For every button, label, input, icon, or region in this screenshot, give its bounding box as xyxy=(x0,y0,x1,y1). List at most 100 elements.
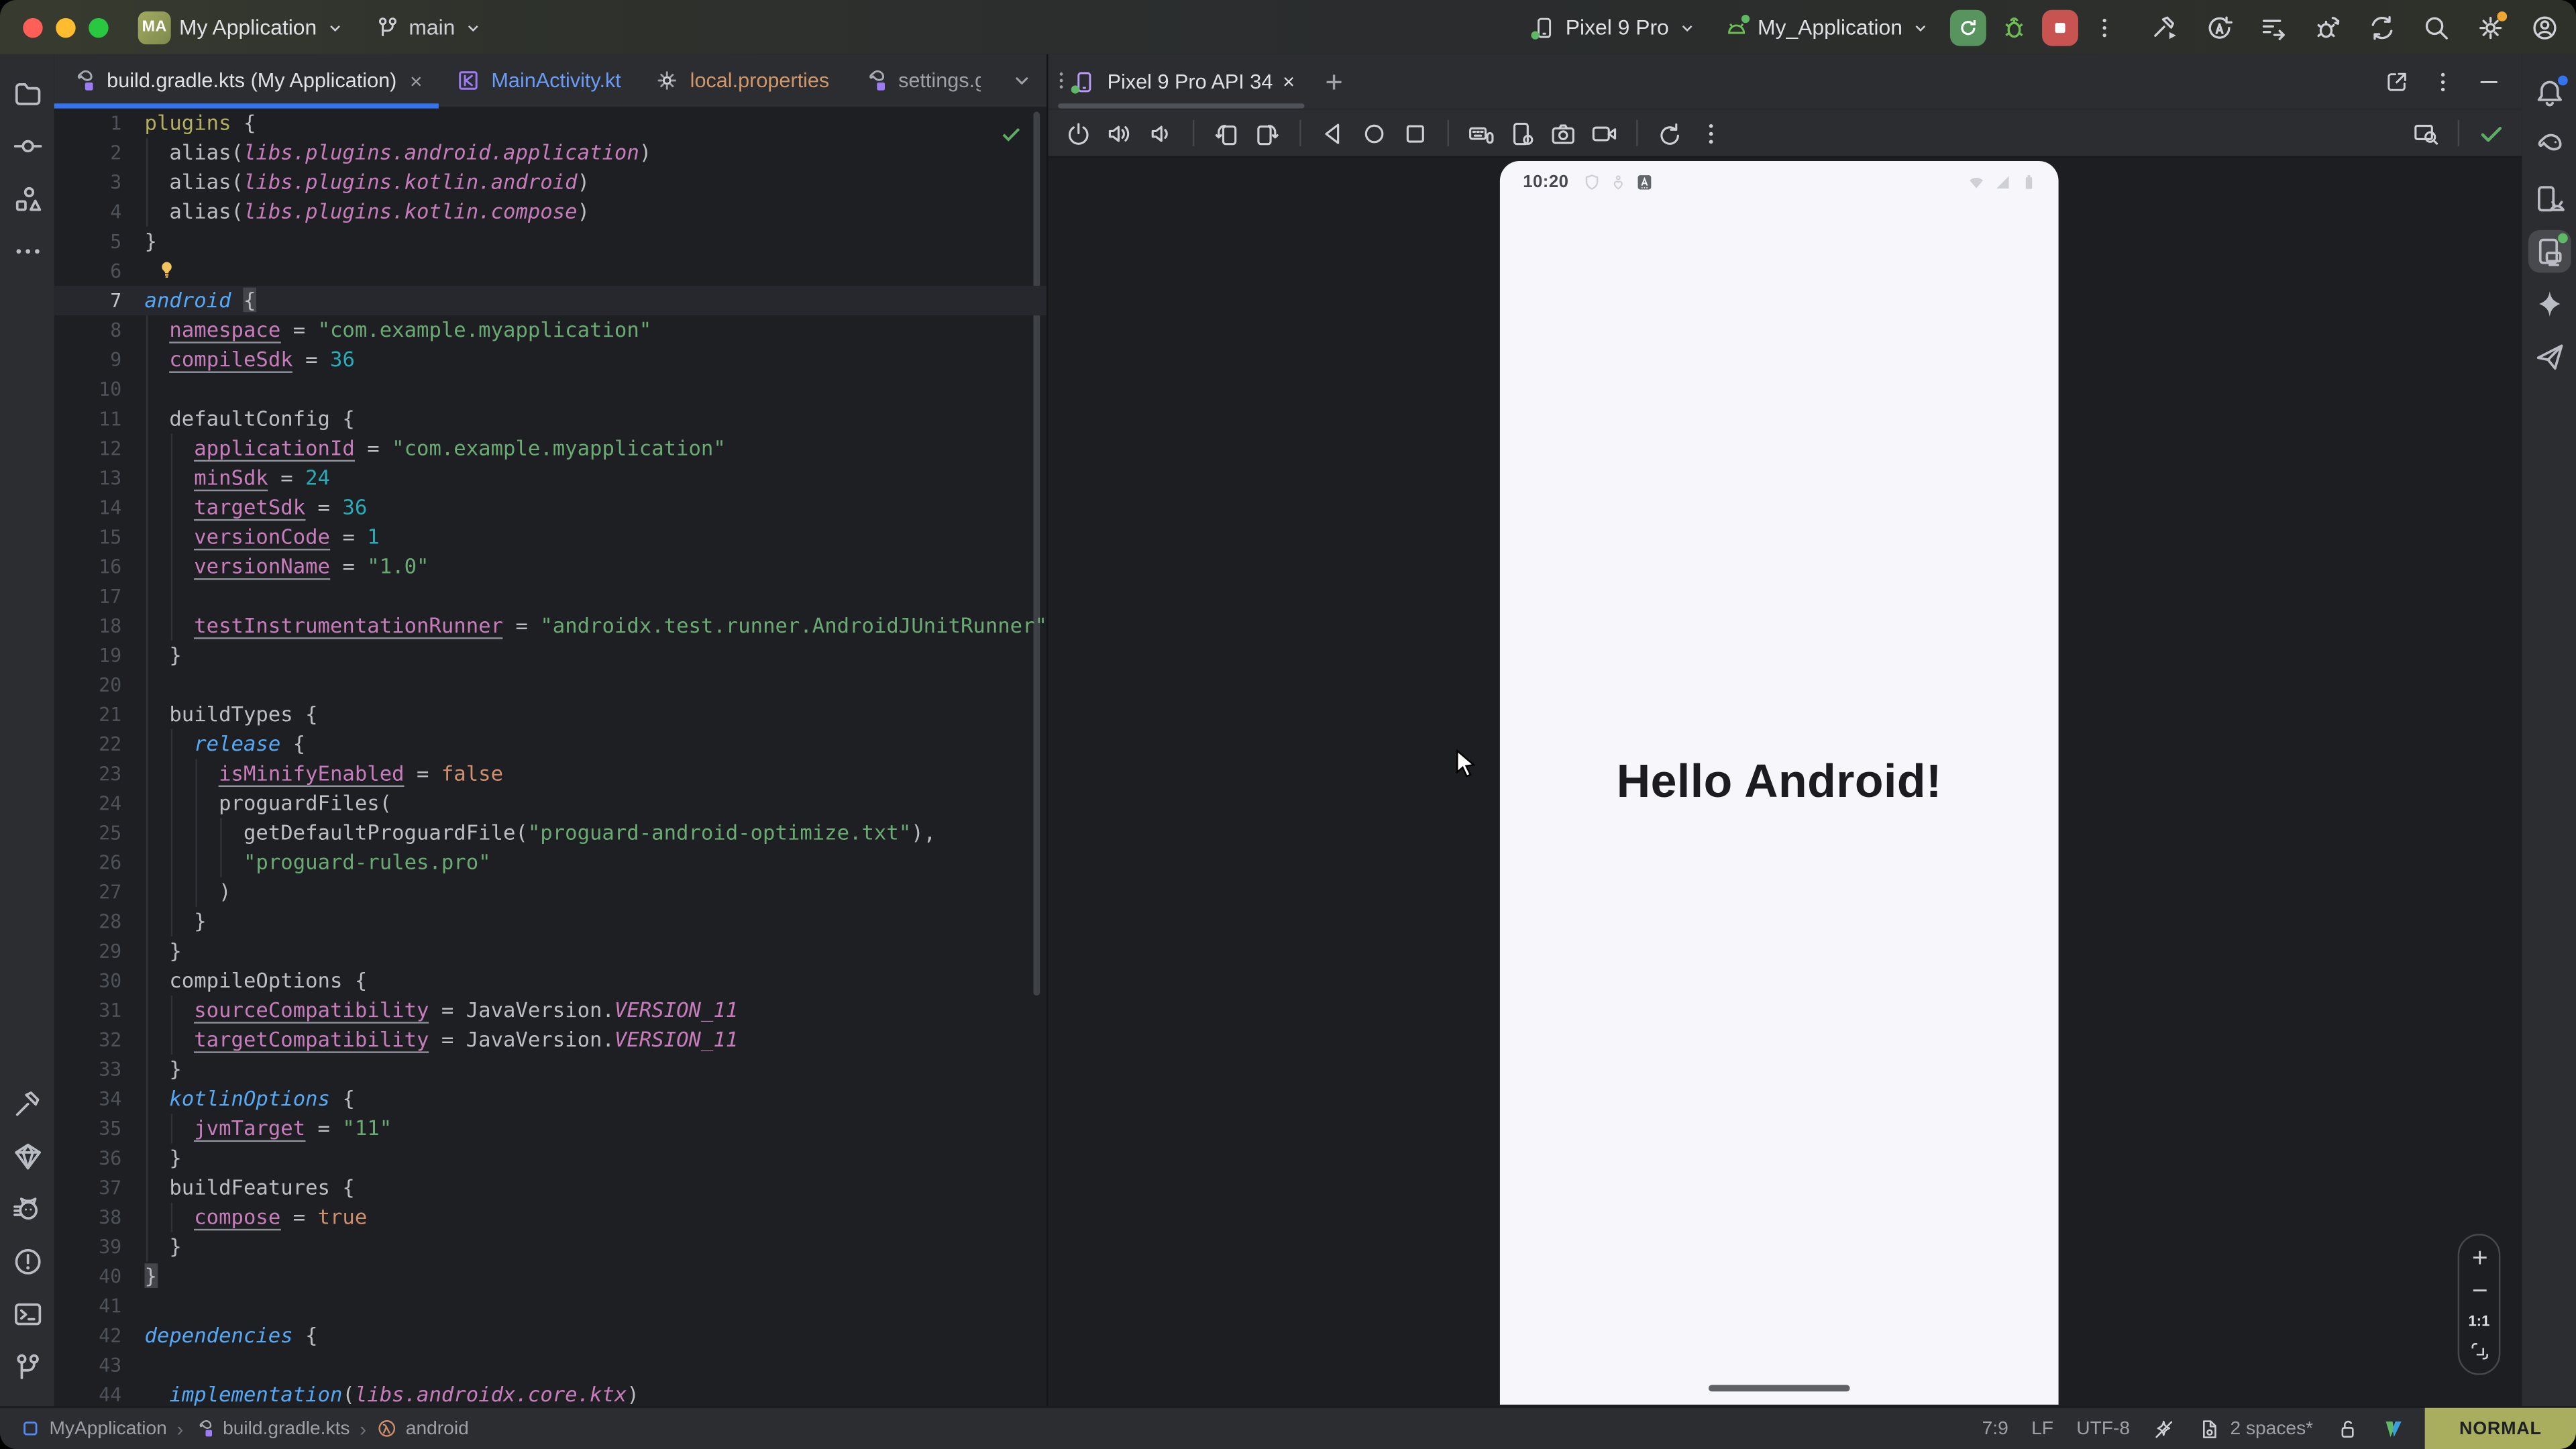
volume-up-icon[interactable] xyxy=(1106,119,1134,148)
code-line-39[interactable]: 39 } xyxy=(54,1232,1046,1262)
commit-icon[interactable] xyxy=(11,129,44,162)
hardware-input-icon[interactable] xyxy=(1467,119,1495,148)
device-selector[interactable]: Pixel 9 Pro xyxy=(1525,9,1704,45)
code-line-6[interactable]: 6 xyxy=(54,256,1046,286)
settings-gear-icon[interactable] xyxy=(2476,12,2506,42)
code-line-16[interactable]: 16 versionName = "1.0" xyxy=(54,552,1046,582)
close-window-button[interactable] xyxy=(23,17,42,37)
overview-icon[interactable] xyxy=(1401,119,1430,148)
packages-diamond-icon[interactable] xyxy=(11,1140,44,1173)
code-line-31[interactable]: 31 sourceCompatibility = JavaVersion.VER… xyxy=(54,996,1046,1025)
apply-changes-icon[interactable] xyxy=(2205,12,2235,42)
breadcrumb-android[interactable]: android xyxy=(376,1417,469,1439)
add-device-tab-button[interactable] xyxy=(1321,68,1347,95)
code-line-38[interactable]: 38 compose = true xyxy=(54,1203,1046,1232)
open-in-new-window-icon[interactable] xyxy=(2383,68,2410,95)
power-icon[interactable] xyxy=(1065,119,1093,148)
apply-code-changes-icon[interactable] xyxy=(2259,12,2288,42)
code-line-10[interactable]: 10 xyxy=(54,374,1046,404)
code-line-34[interactable]: 34 kotlinOptions { xyxy=(54,1084,1046,1114)
code-line-43[interactable]: 43 xyxy=(54,1350,1046,1380)
intention-lightbulb-icon[interactable] xyxy=(156,260,178,281)
code-line-8[interactable]: 8 namespace = "com.example.myapplication… xyxy=(54,315,1046,345)
toolwindow-notifications-bell[interactable] xyxy=(2528,72,2571,115)
maximize-window-button[interactable] xyxy=(89,17,108,37)
toolwindow-airplane[interactable] xyxy=(2528,335,2571,378)
code-line-4[interactable]: 4 alias(libs.plugins.kotlin.compose) xyxy=(54,197,1046,227)
volume-down-icon[interactable] xyxy=(1146,119,1175,148)
hide-minimize-icon[interactable] xyxy=(2476,68,2502,95)
code-line-27[interactable]: 27 ) xyxy=(54,877,1046,907)
status-ideavim[interactable] xyxy=(2382,1417,2405,1440)
terminal-icon[interactable] xyxy=(11,1298,44,1331)
code-line-28[interactable]: 28 } xyxy=(54,907,1046,936)
stop-button[interactable] xyxy=(2042,9,2078,45)
code-line-42[interactable]: 42dependencies { xyxy=(54,1321,1046,1350)
editor-tab-3[interactable]: local.properties xyxy=(637,54,845,107)
status-encoding[interactable]: UTF-8 xyxy=(2076,1419,2130,1438)
code-line-25[interactable]: 25 getDefaultProguardFile("proguard-andr… xyxy=(54,818,1046,848)
code-line-14[interactable]: 14 targetSdk = 36 xyxy=(54,493,1046,523)
zoom-fit-button[interactable] xyxy=(2469,1340,2490,1362)
status-indent-setting[interactable]: 2 spaces* xyxy=(2199,1417,2313,1440)
project-folder-icon[interactable] xyxy=(11,77,44,110)
code-line-24[interactable]: 24 proguardFiles( xyxy=(54,789,1046,818)
code-line-12[interactable]: 12 applicationId = "com.example.myapplic… xyxy=(54,434,1046,464)
zoom-in-button[interactable] xyxy=(2469,1247,2490,1269)
rotate-left-icon[interactable] xyxy=(1212,119,1240,148)
back-icon[interactable] xyxy=(1320,119,1348,148)
zoom-actual-size-button[interactable]: 1:1 xyxy=(2469,1313,2490,1329)
attach-debugger-icon[interactable] xyxy=(2313,12,2343,42)
home-icon[interactable] xyxy=(1360,119,1389,148)
editor-tab-2[interactable]: MainActivity.kt xyxy=(439,54,637,107)
status-caret-position[interactable]: 7:9 xyxy=(1982,1419,2008,1438)
editor-tab-1[interactable]: build.gradle.kts (My Application)× xyxy=(54,54,439,107)
close-tab-icon[interactable]: × xyxy=(410,68,423,93)
status-file-lock[interactable] xyxy=(2336,1417,2359,1440)
screenshot-camera-icon[interactable] xyxy=(1549,119,1577,148)
code-line-36[interactable]: 36 } xyxy=(54,1143,1046,1173)
more-horizontal-icon[interactable] xyxy=(11,235,44,268)
toolwindow-gradle-elephant[interactable] xyxy=(2528,125,2571,168)
sync-gradle-icon[interactable] xyxy=(2367,12,2397,42)
device-tab[interactable]: Pixel 9 Pro API 34 × xyxy=(1048,54,1307,109)
code-line-5[interactable]: 5} xyxy=(54,227,1046,256)
status-ai-completion-off[interactable] xyxy=(2153,1417,2176,1440)
code-line-15[interactable]: 15 versionCode = 1 xyxy=(54,523,1046,552)
code-line-21[interactable]: 21 buildTypes { xyxy=(54,700,1046,729)
code-line-41[interactable]: 41 xyxy=(54,1291,1046,1321)
code-line-19[interactable]: 19 } xyxy=(54,641,1046,670)
code-line-23[interactable]: 23 isMinifyEnabled = false xyxy=(54,759,1046,788)
problems-icon[interactable] xyxy=(11,1245,44,1278)
breadcrumb-build.gradle.kts[interactable]: build.gradle.kts xyxy=(193,1417,350,1439)
code-editor[interactable]: 1plugins {2 alias(libs.plugins.android.a… xyxy=(54,109,1046,1407)
debug-button[interactable] xyxy=(1999,12,2029,42)
code-line-35[interactable]: 35 jvmTarget = "11" xyxy=(54,1114,1046,1143)
code-line-9[interactable]: 9 compileSdk = 36 xyxy=(54,345,1046,374)
run-configuration-selector[interactable]: My_Application xyxy=(1717,9,1937,45)
code-line-44[interactable]: 44 implementation(libs.androidx.core.ktx… xyxy=(54,1380,1046,1406)
toolwindow-device-manager[interactable] xyxy=(2528,177,2571,220)
device-screen[interactable]: 10:20 Hello Android! xyxy=(1500,161,2059,1405)
code-line-40[interactable]: 40} xyxy=(54,1262,1046,1291)
code-line-3[interactable]: 3 alias(libs.plugins.kotlin.android) xyxy=(54,168,1046,197)
profile-icon[interactable] xyxy=(2530,12,2559,42)
code-line-18[interactable]: 18 testInstrumentationRunner = "androidx… xyxy=(54,611,1046,641)
code-line-17[interactable]: 17 xyxy=(54,582,1046,611)
screen-record-icon[interactable] xyxy=(1591,119,1619,148)
code-line-13[interactable]: 13 minSdk = 24 xyxy=(54,464,1046,493)
status-line-ending[interactable]: LF xyxy=(2031,1419,2053,1438)
more-vertical-icon[interactable] xyxy=(2430,68,2456,95)
version-control-branch-icon[interactable] xyxy=(11,1350,44,1383)
code-line-20[interactable]: 20 xyxy=(54,670,1046,700)
vcs-branch-widget[interactable]: main xyxy=(374,14,483,40)
reset-icon[interactable] xyxy=(1656,119,1684,148)
vim-mode-badge[interactable]: NORMAL xyxy=(2425,1408,2576,1449)
build-hammer-icon[interactable] xyxy=(11,1087,44,1120)
more-vertical-icon[interactable] xyxy=(1697,119,1725,148)
code-line-32[interactable]: 32 targetCompatibility = JavaVersion.VER… xyxy=(54,1025,1046,1055)
breadcrumb-MyApplication[interactable]: MyApplication xyxy=(19,1417,166,1439)
android-navigation-pill[interactable] xyxy=(1709,1384,1850,1391)
check-green-icon[interactable] xyxy=(2477,119,2506,148)
code-line-11[interactable]: 11 defaultConfig { xyxy=(54,404,1046,433)
